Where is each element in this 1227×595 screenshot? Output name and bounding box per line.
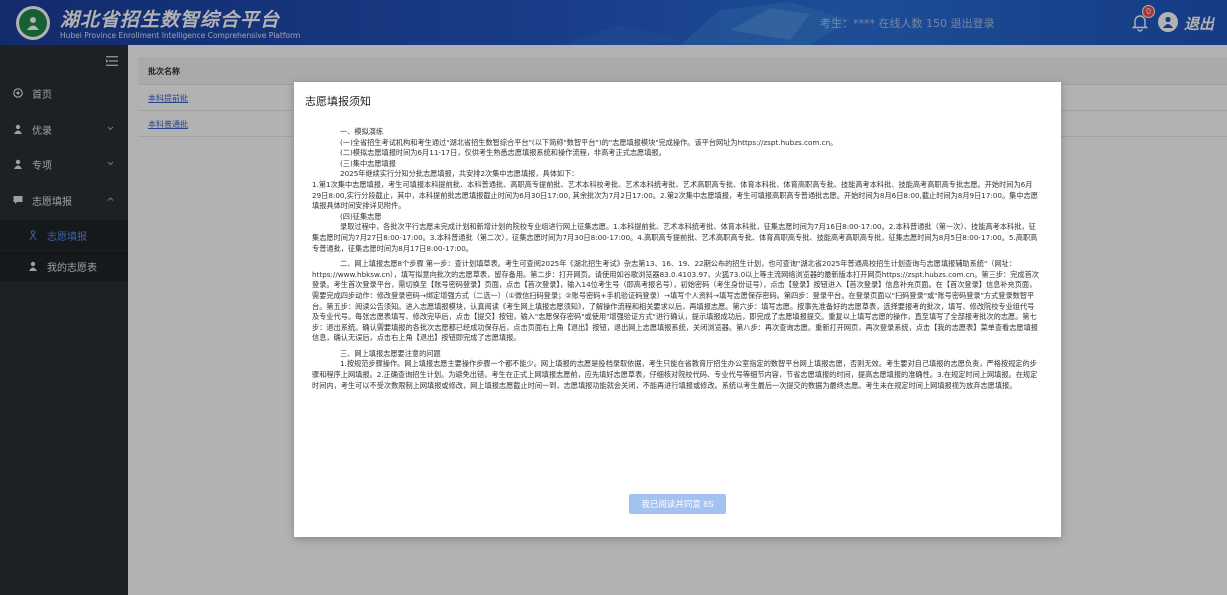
notice-paragraph: 一、模拟演练 — [340, 127, 384, 136]
notice-paragraph: (三)集中志愿填报 — [340, 158, 396, 168]
modal-title: 志愿填报须知 — [305, 95, 371, 108]
notice-paragraph: (一)全省招生考试机构和考生通过"湖北省招生数智综合平台"(以下简称"数智平台"… — [340, 137, 838, 147]
notice-paragraph: 2025年继续实行分知分批志愿填报，共安排2次集中志愿填报，具体如下： — [340, 169, 579, 179]
notice-paragraph: (二)模拟志愿填报时间为6月11-17日，仅供考生熟悉志愿填报系统和操作流程，非… — [340, 148, 666, 158]
notice-paragraph: 三、网上填报志愿要注意的问题 — [340, 348, 441, 358]
modal-body: 一、模拟演练 (一)全省招生考试机构和考生通过"湖北省招生数智综合平台"(以下简称… — [312, 127, 1040, 391]
notice-modal: 志愿填报须知 一、模拟演练 (一)全省招生考试机构和考生通过"湖北省招生数智综合平… — [294, 82, 1061, 537]
agree-button[interactable]: 我已阅读并同意 8S — [629, 494, 726, 514]
notice-paragraph: (四)征集志愿 — [340, 211, 382, 221]
notice-paragraph: 1.第1次集中志愿填报，考生可填报本科提前批、本科普通批、高职高专提前批、艺术本… — [312, 179, 1038, 211]
notice-paragraph: 二、网上填报志愿8个步骤 第一步：查计划填草表。考生可查阅2025年《湖北招生考… — [312, 259, 1039, 343]
notice-paragraph: 1.按规范步骤操作。网上填报志愿主要操作步骤一个都不能少。网上填报的志愿是投档录… — [312, 359, 1038, 390]
notice-paragraph: 录取过程中，各批次平行志愿未完成计划和新增计划的院校专业组进行网上征集志愿。1.… — [312, 222, 1038, 253]
